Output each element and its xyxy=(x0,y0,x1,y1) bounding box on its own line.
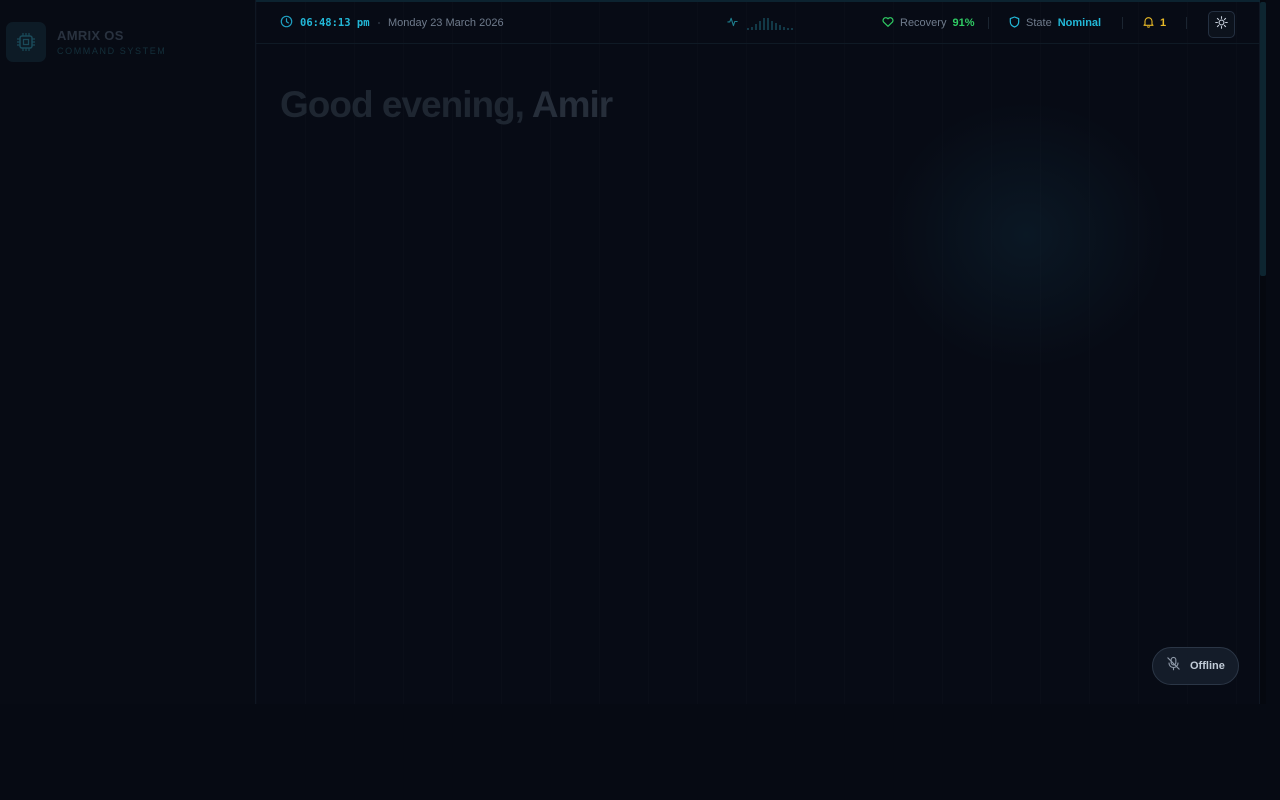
greeting-heading: Good evening, Amir xyxy=(280,84,613,126)
divider xyxy=(1122,17,1123,29)
clock-icon xyxy=(280,15,293,31)
sidebar: AMRIX OS COMMAND SYSTEM xyxy=(0,0,255,704)
recovery-status: Recovery 91% xyxy=(882,2,975,44)
main-panel: 06:48:13 pm Monday 23 March 2026 Recover… xyxy=(255,0,1261,704)
activity-waveform xyxy=(747,16,795,30)
notification-count: 1 xyxy=(1160,17,1167,29)
voice-status-label: Offline xyxy=(1190,660,1225,672)
activity-monitor xyxy=(727,2,795,44)
top-status-bar: 06:48:13 pm Monday 23 March 2026 Recover… xyxy=(256,0,1261,44)
divider xyxy=(988,17,989,29)
clock: 06:48:13 pm xyxy=(280,2,370,44)
system-state: State Nominal xyxy=(1009,2,1101,44)
app-root: AMRIX OS COMMAND SYSTEM 06:48:13 pm Mond… xyxy=(0,0,1280,800)
divider xyxy=(1186,17,1187,29)
brand[interactable]: AMRIX OS COMMAND SYSTEM xyxy=(6,22,166,62)
mic-off-icon xyxy=(1166,656,1181,676)
state-value: Nominal xyxy=(1057,17,1102,29)
notifications-button[interactable]: 1 xyxy=(1143,2,1166,44)
clock-time: 06:48:13 pm xyxy=(300,17,370,29)
date: Monday 23 March 2026 xyxy=(388,2,504,44)
heart-icon xyxy=(882,16,894,31)
brand-name: AMRIX OS xyxy=(57,28,124,43)
recovery-value: 91% xyxy=(952,17,975,29)
shield-icon xyxy=(1009,15,1020,31)
state-label: State xyxy=(1026,17,1052,29)
theme-toggle-button[interactable] xyxy=(1208,11,1235,38)
divider xyxy=(378,22,380,24)
brand-subtitle: COMMAND SYSTEM xyxy=(57,46,167,56)
scrollbar-thumb[interactable] xyxy=(1260,2,1266,276)
sun-icon xyxy=(1215,15,1228,34)
bell-icon xyxy=(1143,16,1154,31)
greeting-name: Amir xyxy=(531,84,613,125)
greeting-prefix: Good evening, xyxy=(280,84,525,125)
voice-status-button[interactable]: Offline xyxy=(1152,647,1239,685)
activity-icon xyxy=(727,16,738,30)
date-text: Monday 23 March 2026 xyxy=(388,17,504,29)
chip-icon xyxy=(6,22,46,62)
recovery-label: Recovery xyxy=(900,17,947,29)
